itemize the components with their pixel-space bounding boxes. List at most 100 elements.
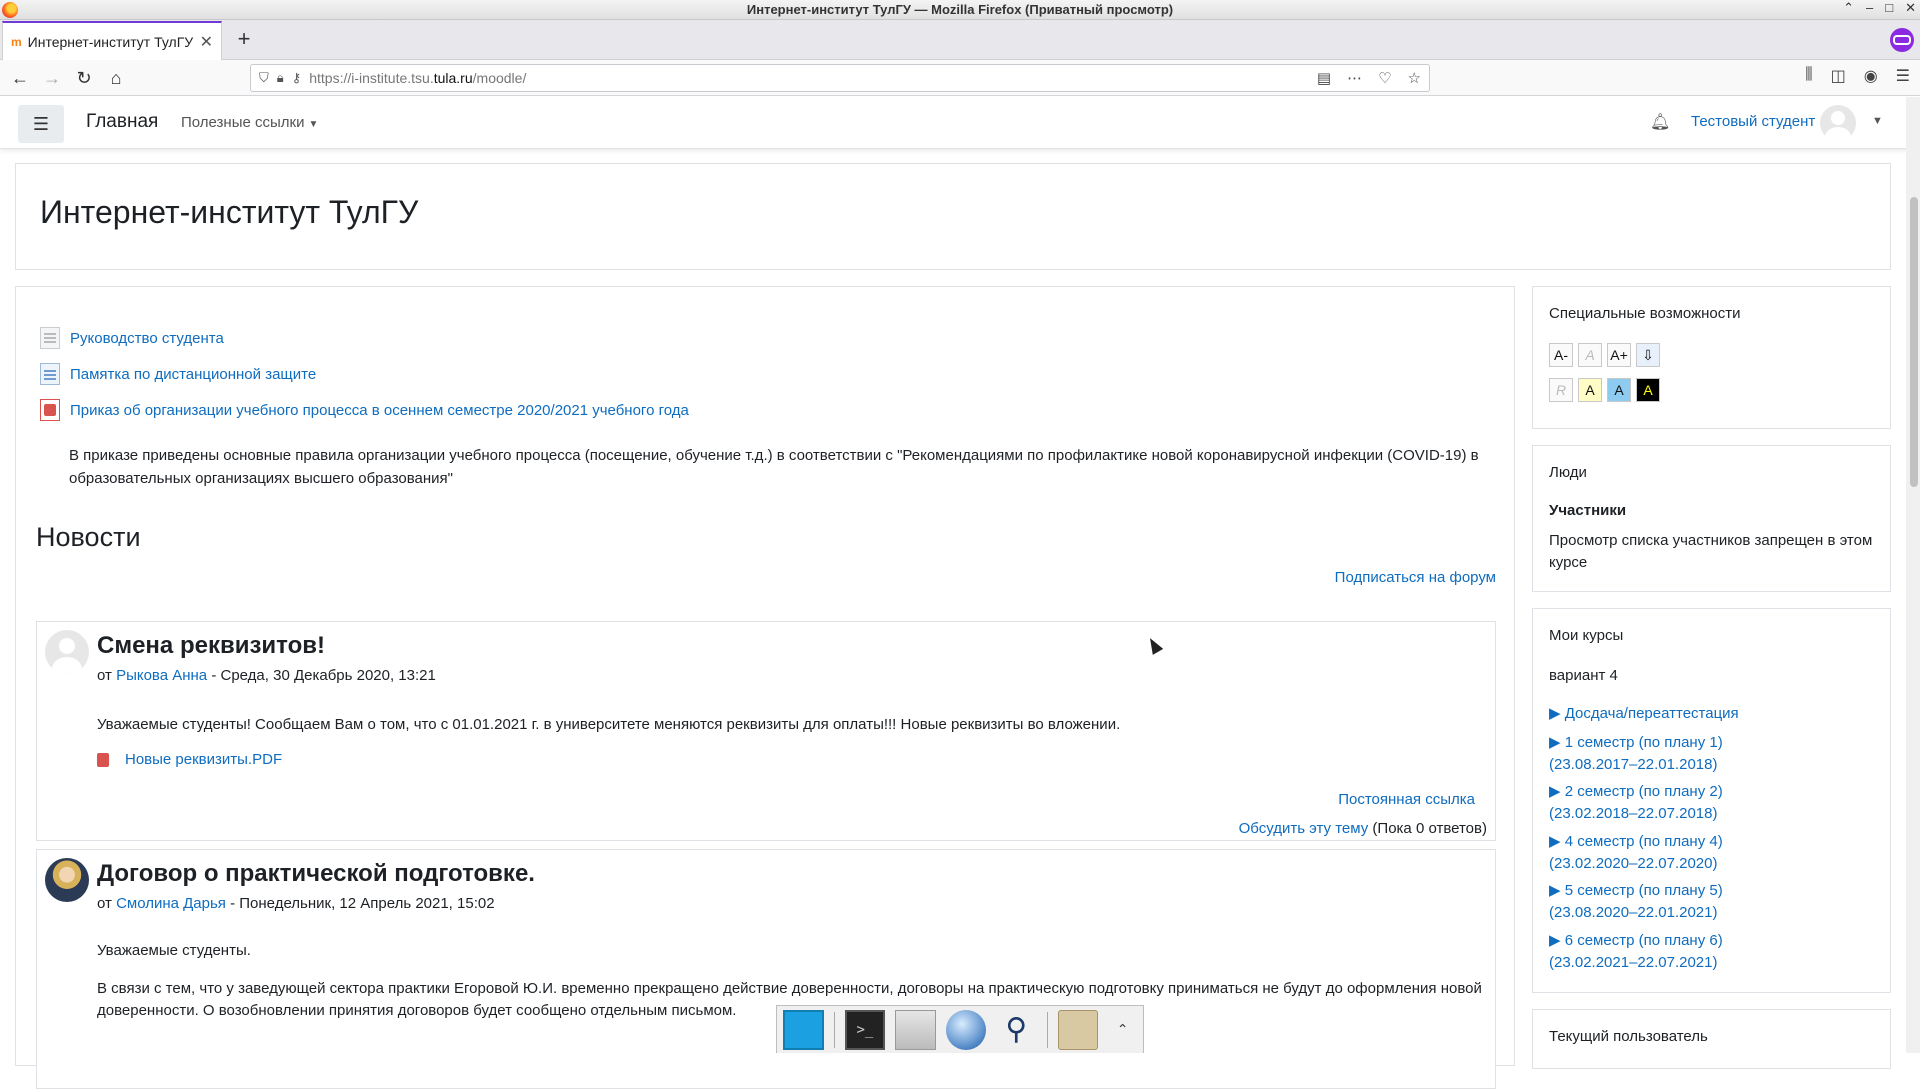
- folder-icon[interactable]: [1057, 1009, 1099, 1050]
- activity-defense-memo[interactable]: Памятка по дистанционной защите: [40, 363, 316, 385]
- menu-icon[interactable]: ☰: [1896, 66, 1910, 86]
- post-date: - Среда, 30 Декабрь 2020, 13:21: [207, 667, 436, 684]
- web-browser-icon[interactable]: [945, 1009, 987, 1050]
- course-title: ▶ 5 семестр (по плану 5): [1549, 882, 1723, 899]
- drawer-toggle-button[interactable]: ☰: [18, 105, 64, 143]
- window-maximize-button[interactable]: □: [1885, 0, 1893, 16]
- reader-view-icon[interactable]: ▤: [1317, 69, 1331, 87]
- window-up-button[interactable]: ⌃: [1843, 0, 1854, 16]
- course-link[interactable]: ▶ 6 семестр (по плану 6) (23.02.2021–22.…: [1549, 930, 1869, 974]
- useful-links-label: Полезные ссылки: [181, 114, 305, 131]
- back-button[interactable]: ←: [6, 65, 34, 91]
- discuss-topic-link[interactable]: Обсудить эту тему: [1239, 820, 1369, 837]
- shield-icon[interactable]: ⛉: [259, 70, 269, 86]
- key-icon[interactable]: ⚷: [292, 70, 302, 86]
- course-dates: (23.02.2020–22.07.2020): [1549, 855, 1718, 872]
- lock-icon[interactable]: 🔒︎: [277, 70, 284, 86]
- attachment-link[interactable]: Новые реквизиты.PDF: [125, 751, 282, 768]
- pocket-icon[interactable]: ♡: [1378, 69, 1391, 87]
- new-tab-button[interactable]: +: [230, 26, 258, 54]
- file-cabinet-icon[interactable]: [895, 1009, 936, 1050]
- course-link[interactable]: ▶ 5 семестр (по плану 5) (23.08.2020–22.…: [1549, 880, 1869, 924]
- main-content: Руководство студента Памятка по дистанци…: [15, 286, 1515, 1089]
- chevron-up-icon[interactable]: ⌃: [1108, 1021, 1137, 1038]
- page-actions-icon[interactable]: ⋯: [1347, 69, 1362, 87]
- tab-close-icon[interactable]: ✕: [200, 32, 213, 52]
- forward-button[interactable]: →: [38, 65, 66, 91]
- color-reset-button[interactable]: R: [1549, 378, 1573, 402]
- current-user-block: Текущий пользователь: [1532, 1009, 1891, 1069]
- activity-link[interactable]: Руководство студента: [70, 330, 224, 347]
- course-title: ▶ 4 семестр (по плану 4): [1549, 833, 1723, 850]
- accessibility-block: Специальные возможности A- A A+ ⇩ R A A …: [1532, 286, 1891, 429]
- replies-count: (Пока 0 ответов): [1372, 820, 1487, 837]
- site-home-link[interactable]: Главная: [86, 111, 158, 133]
- course-title: ▶ Досдача/переаттестация: [1549, 705, 1739, 722]
- post-by: от: [97, 895, 112, 912]
- block-title: Специальные возможности: [1549, 305, 1741, 322]
- course-dates: (23.02.2021–22.07.2021): [1549, 954, 1718, 971]
- courses-variant: вариант 4: [1549, 667, 1618, 684]
- activity-link[interactable]: Приказ об организации учебного процесса …: [70, 402, 689, 419]
- post-author-link[interactable]: Смолина Дарья: [116, 895, 226, 912]
- font-decrease-button[interactable]: A-: [1549, 343, 1573, 367]
- activity-description: В приказе приведены основные правила орг…: [69, 447, 1479, 487]
- post-by: от: [97, 667, 112, 684]
- author-avatar[interactable]: [45, 630, 89, 674]
- desktop-icon[interactable]: [783, 1009, 824, 1050]
- account-icon[interactable]: ◉: [1864, 66, 1878, 86]
- terminal-icon[interactable]: >_: [844, 1009, 886, 1050]
- font-increase-button[interactable]: A+: [1607, 343, 1631, 367]
- course-title: ▶ 1 семестр (по плану 1): [1549, 734, 1723, 751]
- author-avatar[interactable]: [45, 858, 89, 902]
- course-link[interactable]: ▶ 2 семестр (по плану 2) (23.02.2018–22.…: [1549, 781, 1869, 825]
- user-avatar[interactable]: [1820, 105, 1856, 141]
- notifications-bell-icon[interactable]: 🔔︎: [1650, 112, 1670, 132]
- course-dates: (23.02.2018–22.07.2018): [1549, 805, 1718, 822]
- subscribe-forum-link[interactable]: Подписаться на форум: [1335, 569, 1496, 586]
- user-menu-caret-icon[interactable]: ▼: [1872, 115, 1883, 127]
- post-subject: Смена реквизитов!: [97, 632, 325, 659]
- browser-tab-active[interactable]: m Интернет-институт ТулГУ ✕: [2, 21, 222, 61]
- taskbar-dock: >_ ⚲ ⌃: [776, 1005, 1144, 1053]
- window-close-button[interactable]: ✕: [1905, 0, 1916, 16]
- window-controls: ⌃ – □ ✕: [1843, 0, 1916, 16]
- post-subject: Договор о практической подготовке.: [97, 860, 535, 887]
- post-date: - Понедельник, 12 Апрель 2021, 15:02: [225, 895, 495, 912]
- post-author-link[interactable]: Рыкова Анна: [116, 667, 207, 684]
- library-icon[interactable]: ⫼: [1805, 66, 1812, 86]
- url-scheme: https://i-institute.tsu.: [309, 70, 434, 86]
- window-minimize-button[interactable]: –: [1866, 0, 1873, 16]
- reload-button[interactable]: ↻: [70, 65, 98, 91]
- bookmark-star-icon[interactable]: ☆: [1408, 69, 1421, 87]
- permalink-link[interactable]: Постоянная ссылка: [1338, 791, 1475, 808]
- course-link[interactable]: ▶ Досдача/переаттестация: [1549, 703, 1869, 725]
- page-title: Интернет-институт ТулГУ: [40, 194, 419, 230]
- post-attachment[interactable]: Новые реквизиты.PDF: [97, 751, 282, 768]
- activity-link[interactable]: Памятка по дистанционной защите: [70, 366, 316, 383]
- useful-links-dropdown[interactable]: Полезные ссылки ▼: [181, 114, 318, 131]
- page-scrollbar[interactable]: [1906, 97, 1920, 1053]
- color-blue-button[interactable]: A: [1607, 378, 1631, 402]
- scrollbar-thumb[interactable]: [1910, 197, 1918, 487]
- dock-separator: [833, 1011, 835, 1048]
- window-titlebar: Интернет-институт ТулГУ — Mozilla Firefo…: [0, 0, 1920, 20]
- color-yellow-button[interactable]: A: [1578, 378, 1602, 402]
- url-bar[interactable]: ⛉ 🔒︎ ⚷ https://i-institute.tsu. tula.ru/m…: [250, 64, 1430, 92]
- search-icon[interactable]: ⚲: [996, 1010, 1036, 1050]
- user-menu-name[interactable]: Тестовый студент: [1691, 113, 1815, 130]
- course-dates: (23.08.2020–22.01.2021): [1549, 904, 1718, 921]
- course-link[interactable]: ▶ 1 семестр (по плану 1) (23.08.2017–22.…: [1549, 732, 1869, 776]
- sidebar-icon[interactable]: ◫: [1831, 66, 1846, 86]
- activity-student-guide[interactable]: Руководство студента: [40, 327, 224, 349]
- activity-order-pdf[interactable]: Приказ об организации учебного процесса …: [40, 399, 689, 421]
- document-icon: [40, 363, 60, 385]
- pdf-icon: [97, 752, 109, 767]
- navigation-toolbar: ← → ↻ ⌂ ⛉ 🔒︎ ⚷ https://i-institute.tsu. t…: [0, 60, 1920, 96]
- block-title: Мои курсы: [1549, 627, 1624, 644]
- color-black-button[interactable]: A: [1636, 378, 1660, 402]
- course-link[interactable]: ▶ 4 семестр (по плану 4) (23.02.2020–22.…: [1549, 831, 1869, 875]
- font-reset-button[interactable]: A: [1578, 343, 1602, 367]
- home-button[interactable]: ⌂: [102, 65, 130, 91]
- save-settings-icon[interactable]: ⇩: [1636, 343, 1660, 367]
